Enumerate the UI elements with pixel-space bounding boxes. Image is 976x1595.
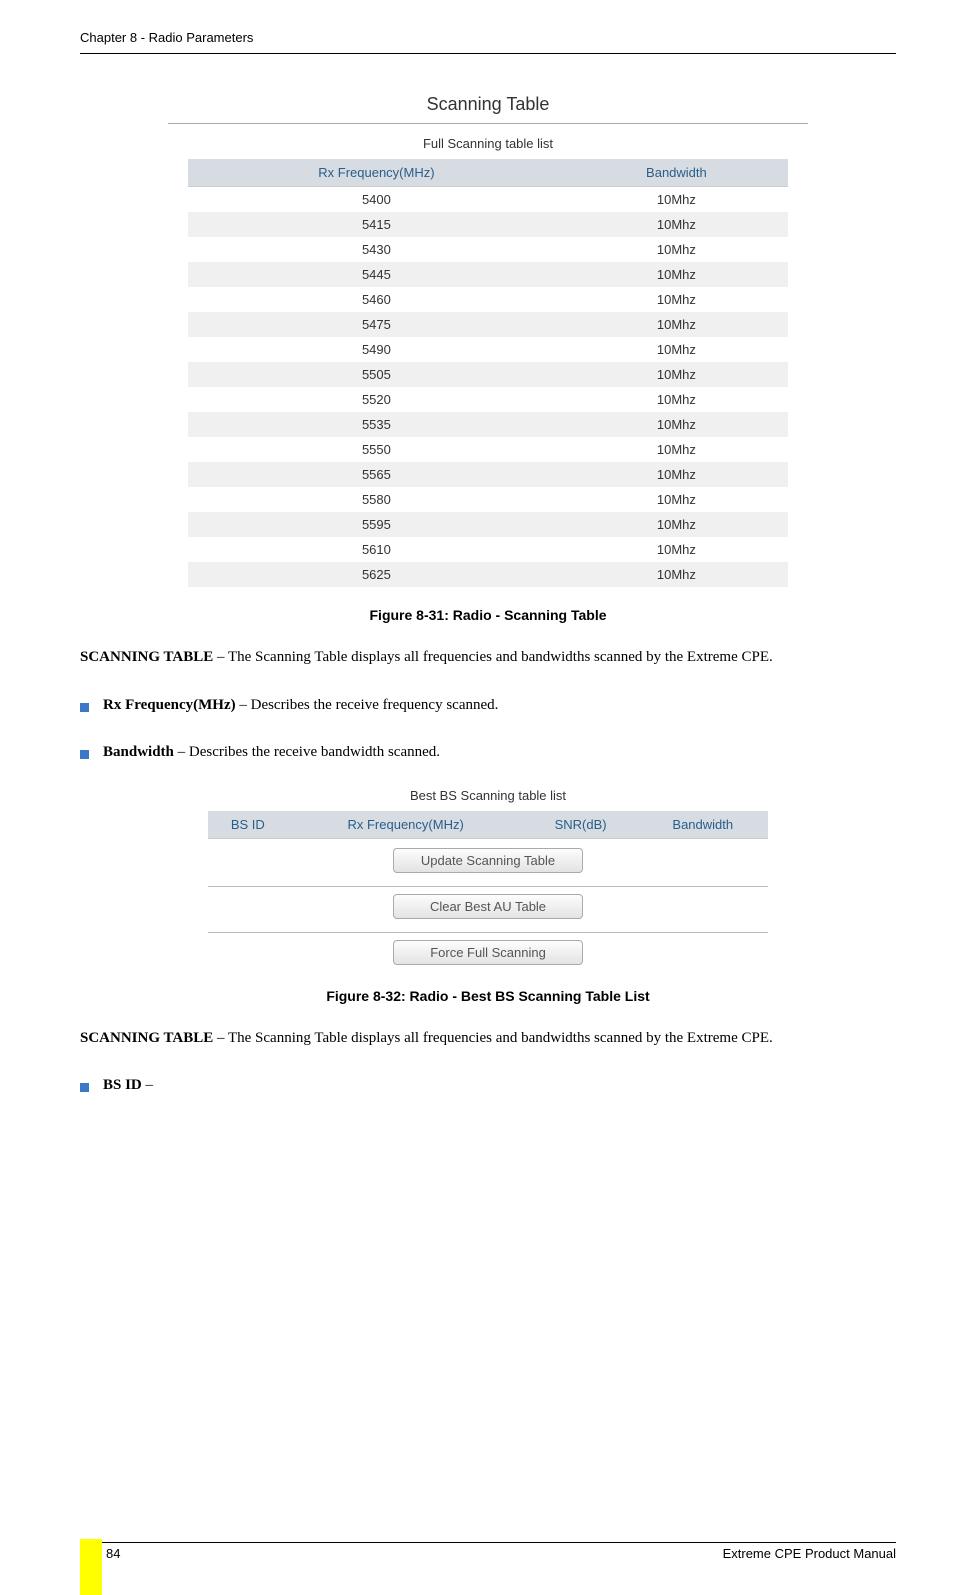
bullet-bandwidth: Bandwidth – Describes the receive bandwi… [80,740,896,766]
table-cell: 5490 [188,337,565,362]
table-cell: 10Mhz [565,237,788,262]
bullet-bs-id: BS ID – [80,1073,896,1099]
col-rx-freq: Rx Frequency(MHz) [288,811,524,839]
bullet-bold: Rx Frequency(MHz) [103,697,236,713]
col-bs-id: BS ID [208,811,288,839]
table-row: 556510Mhz [188,462,788,487]
table-row: 559510Mhz [188,512,788,537]
table-row: 547510Mhz [188,312,788,337]
table-cell: 5625 [188,562,565,587]
full-scanning-list-label: Full Scanning table list [80,136,896,151]
button-divider [208,932,768,933]
bullet-rest: – Describes the receive bandwidth scanne… [174,744,440,760]
table-cell: 5430 [188,237,565,262]
table-row: 541510Mhz [188,212,788,237]
table-cell: 5535 [188,412,565,437]
header-divider [80,53,896,54]
table-cell: 10Mhz [565,312,788,337]
col-rx-freq: Rx Frequency(MHz) [188,159,565,187]
title-underline [168,123,808,124]
table-row: 549010Mhz [188,337,788,362]
clear-best-au-table-button[interactable]: Clear Best AU Table [393,894,583,919]
table-row: 562510Mhz [188,562,788,587]
scanning-table-rest: – The Scanning Table displays all freque… [213,649,773,665]
table-row: 540010Mhz [188,187,788,213]
bullet-bold: BS ID [103,1077,142,1093]
scanning-table: Rx Frequency(MHz) Bandwidth 540010Mhz541… [188,159,788,587]
table-cell: 5520 [188,387,565,412]
table-cell: 5580 [188,487,565,512]
bullet-text: Bandwidth – Describes the receive bandwi… [103,740,440,766]
scanning-table-bold-2: SCANNING TABLE [80,1030,213,1046]
table-row: 558010Mhz [188,487,788,512]
best-bs-table: BS ID Rx Frequency(MHz) SNR(dB) Bandwidt… [208,811,768,839]
scanning-table-bold: SCANNING TABLE [80,649,213,665]
bullet-icon [80,1083,89,1092]
table-cell: 5610 [188,537,565,562]
table-cell: 10Mhz [565,537,788,562]
table-row: 561010Mhz [188,537,788,562]
table-cell: 5445 [188,262,565,287]
table-cell: 10Mhz [565,337,788,362]
col-bandwidth: Bandwidth [638,811,768,839]
table-cell: 10Mhz [565,362,788,387]
table-cell: 5550 [188,437,565,462]
button-divider [208,886,768,887]
table-cell: 10Mhz [565,287,788,312]
col-bandwidth: Bandwidth [565,159,788,187]
table-cell: 10Mhz [565,412,788,437]
chapter-header: Chapter 8 - Radio Parameters [80,30,896,45]
scanning-table-title: Scanning Table [80,94,896,115]
table-cell: 10Mhz [565,437,788,462]
best-bs-list-label: Best BS Scanning table list [208,788,768,803]
table-cell: 10Mhz [565,562,788,587]
table-cell: 5565 [188,462,565,487]
col-snr: SNR(dB) [524,811,638,839]
bullet-rest: – [142,1077,153,1093]
scanning-table-paragraph-2: SCANNING TABLE – The Scanning Table disp… [80,1026,896,1052]
yellow-marker [80,1539,102,1567]
bullet-text: Rx Frequency(MHz) – Describes the receiv… [103,693,498,719]
table-cell: 10Mhz [565,487,788,512]
page-number: 84 [106,1546,120,1561]
scanning-table-rest-2: – The Scanning Table displays all freque… [213,1030,773,1046]
bullet-rx-frequency: Rx Frequency(MHz) – Describes the receiv… [80,693,896,719]
bullet-rest: – Describes the receive frequency scanne… [236,697,499,713]
table-row: 544510Mhz [188,262,788,287]
table-row: 552010Mhz [188,387,788,412]
table-cell: 5505 [188,362,565,387]
table-row: 546010Mhz [188,287,788,312]
table-cell: 10Mhz [565,187,788,213]
table-cell: 5400 [188,187,565,213]
table-row: 543010Mhz [188,237,788,262]
update-scanning-table-button[interactable]: Update Scanning Table [393,848,583,873]
bullet-icon [80,703,89,712]
scanning-table-paragraph-1: SCANNING TABLE – The Scanning Table disp… [80,645,896,671]
table-cell: 5475 [188,312,565,337]
figure-8-31-caption: Figure 8-31: Radio - Scanning Table [80,607,896,623]
figure-8-32-caption: Figure 8-32: Radio - Best BS Scanning Ta… [80,988,896,1004]
table-cell: 10Mhz [565,387,788,412]
table-cell: 5415 [188,212,565,237]
bullet-text: BS ID – [103,1073,153,1099]
bullet-bold: Bandwidth [103,744,174,760]
yellow-strip [80,1567,102,1595]
table-row: 555010Mhz [188,437,788,462]
force-full-scanning-button[interactable]: Force Full Scanning [393,940,583,965]
table-cell: 10Mhz [565,462,788,487]
table-cell: 10Mhz [565,512,788,537]
bullet-icon [80,750,89,759]
page-footer: 84 Extreme CPE Product Manual [80,1539,896,1567]
table-cell: 5595 [188,512,565,537]
table-row: 550510Mhz [188,362,788,387]
table-row: 553510Mhz [188,412,788,437]
table-cell: 10Mhz [565,212,788,237]
table-cell: 10Mhz [565,262,788,287]
table-cell: 5460 [188,287,565,312]
manual-title: Extreme CPE Product Manual [723,1546,896,1561]
